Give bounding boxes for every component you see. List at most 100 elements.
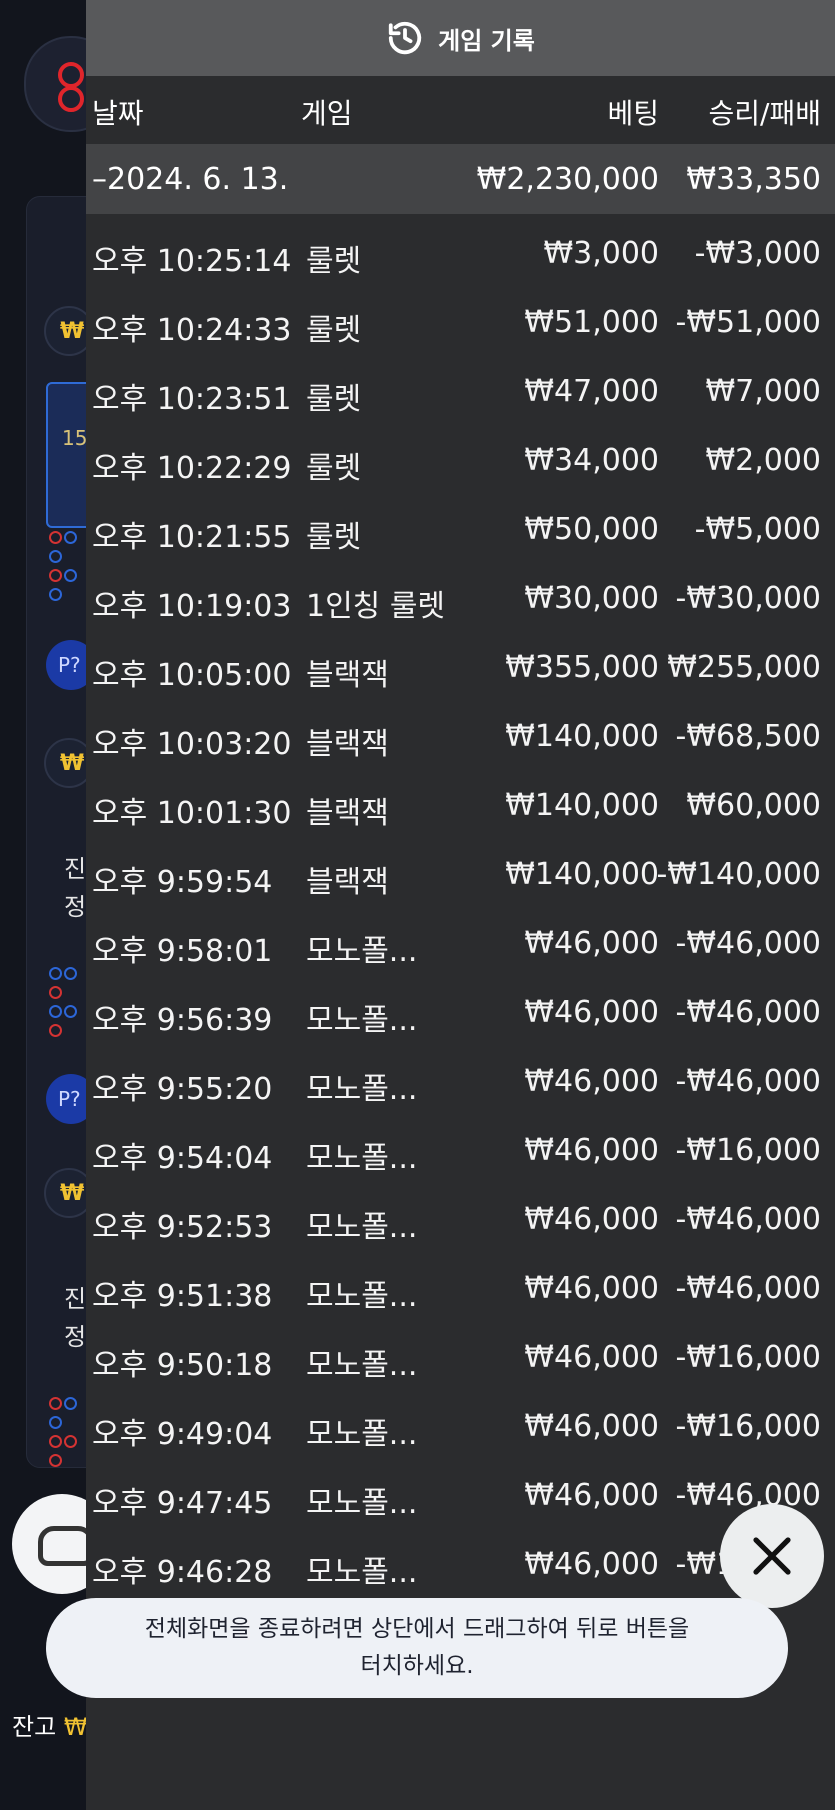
row-bet: ₩140,000 <box>505 788 659 823</box>
row-time: 오후 9:49:04 <box>92 1417 273 1452</box>
row-time: 오후 9:55:20 <box>92 1072 273 1107</box>
row-time: 오후 9:51:38 <box>92 1279 273 1314</box>
table-row[interactable]: 오후 9:47:45 모노폴... ₩46,000 -₩46,000 <box>86 1460 835 1529</box>
column-header-date: 날짜 <box>92 97 144 130</box>
row-game: 모노폴... <box>306 1486 418 1521</box>
table-row[interactable]: 오후 10:22:29 룰렛 ₩34,000 ₩2,000 <box>86 425 835 494</box>
row-game: 룰렛 <box>306 313 362 348</box>
row-result: -₩30,000 <box>675 581 821 616</box>
row-bet: ₩46,000 <box>524 1478 659 1513</box>
table-row[interactable]: 오후 10:05:00 블랙잭 ₩355,000 ₩255,000 <box>86 632 835 701</box>
lobby-text-line: 진 <box>64 1285 86 1313</box>
table-row[interactable]: 오후 9:49:04 모노폴... ₩46,000 -₩16,000 <box>86 1391 835 1460</box>
row-time: 오후 9:46:28 <box>92 1555 273 1590</box>
row-bet: ₩50,000 <box>524 512 659 547</box>
row-result: -₩46,000 <box>675 1202 821 1237</box>
table-row[interactable]: 오후 10:01:30 블랙잭 ₩140,000 ₩60,000 <box>86 770 835 839</box>
roadmap-dots <box>48 530 86 606</box>
row-bet: ₩51,000 <box>524 305 659 340</box>
column-header-win-loss: 승리/패배 <box>708 97 821 130</box>
close-button[interactable] <box>720 1504 824 1608</box>
row-bet: ₩47,000 <box>524 374 659 409</box>
row-game: 모노폴... <box>306 1072 418 1107</box>
table-row[interactable]: 오후 9:50:18 모노폴... ₩46,000 -₩16,000 <box>86 1322 835 1391</box>
row-result: -₩46,000 <box>675 995 821 1030</box>
row-bet: ₩46,000 <box>524 1340 659 1375</box>
row-bet: ₩46,000 <box>524 1133 659 1168</box>
row-time: 오후 9:52:53 <box>92 1210 273 1245</box>
fullscreen-exit-toast: 전체화면을 종료하려면 상단에서 드래그하여 뒤로 버튼을 터치하세요. <box>46 1598 788 1698</box>
toast-line-2: 터치하세요. <box>360 1653 474 1679</box>
lobby-text-line: 정 <box>64 1323 86 1351</box>
roadmap-dots <box>48 966 86 1042</box>
row-result: -₩46,000 <box>675 1271 821 1306</box>
summary-bet-total: ₩2,230,000 <box>476 162 659 197</box>
row-result: -₩16,000 <box>675 1340 821 1375</box>
row-time: 오후 9:50:18 <box>92 1348 273 1383</box>
row-time: 오후 10:01:30 <box>92 796 292 831</box>
row-game: 모노폴... <box>306 1210 418 1245</box>
row-time: 오후 10:22:29 <box>92 451 292 486</box>
table-row[interactable]: 오후 10:19:03 1인칭 룰렛 ₩30,000 -₩30,000 <box>86 563 835 632</box>
row-bet: ₩30,000 <box>524 581 659 616</box>
table-row[interactable]: 오후 10:24:33 룰렛 ₩51,000 -₩51,000 <box>86 287 835 356</box>
game-thumbnail[interactable]: 15 <box>46 382 86 528</box>
row-bet: ₩3,000 <box>543 236 659 271</box>
row-result: -₩140,000 <box>656 857 821 892</box>
row-bet: ₩46,000 <box>524 1271 659 1306</box>
row-game: 모노폴... <box>306 1003 418 1038</box>
row-time: 오후 10:24:33 <box>92 313 292 348</box>
row-result: -₩51,000 <box>675 305 821 340</box>
row-game: 룰렛 <box>306 244 362 279</box>
row-bet: ₩140,000 <box>505 857 659 892</box>
row-result: ₩7,000 <box>705 374 821 409</box>
table-row[interactable]: 오후 9:51:38 모노폴... ₩46,000 -₩46,000 <box>86 1253 835 1322</box>
column-header-game: 게임 <box>301 97 353 130</box>
row-time: 오후 9:58:01 <box>92 934 273 969</box>
row-result: -₩3,000 <box>694 236 821 271</box>
table-row[interactable]: 오후 9:56:39 모노폴... ₩46,000 -₩46,000 <box>86 977 835 1046</box>
row-bet: ₩34,000 <box>524 443 659 478</box>
row-bet: ₩46,000 <box>524 1064 659 1099</box>
row-result: -₩68,500 <box>675 719 821 754</box>
lobby-text-line: 정 <box>64 893 86 921</box>
table-row[interactable]: 오후 9:58:01 모노폴... ₩46,000 -₩46,000 <box>86 908 835 977</box>
row-time: 오후 10:05:00 <box>92 658 292 693</box>
close-icon <box>753 1537 791 1575</box>
table-row[interactable]: 오후 9:59:54 블랙잭 ₩140,000 -₩140,000 <box>86 839 835 908</box>
row-time: 오후 10:21:55 <box>92 520 292 555</box>
table-row[interactable]: 오후 10:03:20 블랙잭 ₩140,000 -₩68,500 <box>86 701 835 770</box>
row-time: 오후 9:59:54 <box>92 865 273 900</box>
row-time: 오후 10:03:20 <box>92 727 292 762</box>
table-row[interactable]: 오후 10:25:14 룰렛 ₩3,000 -₩3,000 <box>86 218 835 287</box>
row-bet: ₩46,000 <box>524 926 659 961</box>
history-icon <box>389 21 422 55</box>
table-row[interactable]: 오후 10:23:51 룰렛 ₩47,000 ₩7,000 <box>86 356 835 425</box>
row-bet: ₩355,000 <box>505 650 659 685</box>
table-row[interactable]: 오후 9:55:20 모노폴... ₩46,000 -₩46,000 <box>86 1046 835 1115</box>
brand-logo <box>58 62 84 112</box>
row-game: 블랙잭 <box>306 727 389 762</box>
row-result: -₩16,000 <box>675 1409 821 1444</box>
row-bet: ₩140,000 <box>505 719 659 754</box>
table-row[interactable]: 오후 10:21:55 룰렛 ₩50,000 -₩5,000 <box>86 494 835 563</box>
row-game: 룰렛 <box>306 520 362 555</box>
roadmap-dots <box>48 1396 86 1472</box>
row-game: 모노폴... <box>306 1417 418 1452</box>
table-row[interactable]: 오후 9:54:04 모노폴... ₩46,000 -₩16,000 <box>86 1115 835 1184</box>
row-game: 블랙잭 <box>306 796 389 831</box>
date-summary-row[interactable]: –2024. 6. 13. ₩2,230,000 ₩33,350 <box>86 144 835 214</box>
balance-label: 잔고 <box>12 1713 57 1741</box>
history-rows: 오후 10:25:14 룰렛 ₩3,000 -₩3,000 오후 10:24:33 룰렛 ₩… <box>86 218 835 1598</box>
row-result: -₩16,000 <box>675 1133 821 1168</box>
thumbnail-number: 15 <box>62 426 86 450</box>
row-game: 모노폴... <box>306 1555 418 1590</box>
row-game: 모노폴... <box>306 1348 418 1383</box>
row-game: 모노폴... <box>306 1141 418 1176</box>
row-time: 오후 10:25:14 <box>92 244 292 279</box>
table-row[interactable]: 오후 9:52:53 모노폴... ₩46,000 -₩46,000 <box>86 1184 835 1253</box>
row-game: 블랙잭 <box>306 658 389 693</box>
row-result: -₩5,000 <box>694 512 821 547</box>
toast-line-1: 전체화면을 종료하려면 상단에서 드래그하여 뒤로 버튼을 <box>144 1616 690 1642</box>
summary-win-loss-total: ₩33,350 <box>686 162 821 197</box>
